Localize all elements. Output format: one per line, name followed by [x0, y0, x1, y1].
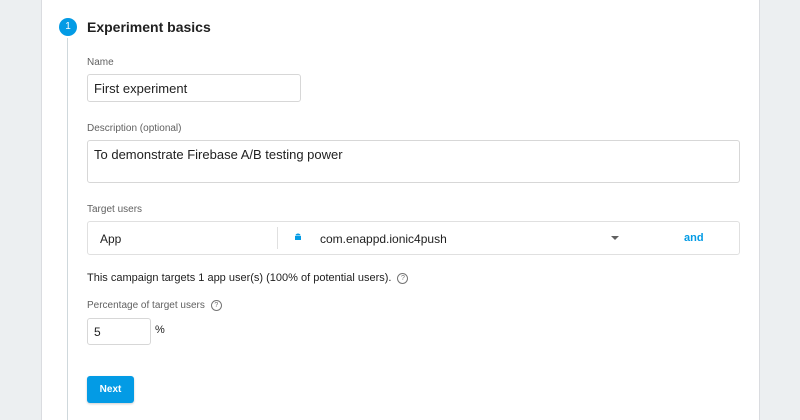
stepper-line — [67, 38, 68, 420]
targeting-summary: This campaign targets 1 app user(s) (100… — [87, 272, 409, 284]
name-label: Name — [87, 57, 114, 68]
description-label: Description (optional) — [87, 123, 182, 134]
target-users-row: App com.enappd.ionic4push and — [87, 221, 740, 255]
experiment-card — [41, 0, 760, 420]
chevron-down-icon[interactable] — [611, 236, 619, 240]
targeting-summary-text: This campaign targets 1 app user(s) (100… — [87, 272, 392, 284]
description-input[interactable]: To demonstrate Firebase A/B testing powe… — [87, 140, 740, 183]
step-title: Experiment basics — [87, 19, 211, 35]
step-number-badge: 1 — [59, 18, 77, 36]
app-package-select[interactable]: com.enappd.ionic4push — [320, 232, 447, 246]
percentage-label-text: Percentage of target users — [87, 300, 205, 312]
percent-sign: % — [155, 324, 165, 336]
android-icon — [295, 233, 301, 240]
help-icon[interactable]: ? — [210, 300, 222, 311]
percentage-input[interactable]: 5 — [87, 318, 151, 345]
percentage-label: Percentage of target users? — [87, 300, 222, 311]
and-button[interactable]: and — [684, 232, 704, 244]
target-users-label: Target users — [87, 204, 143, 215]
name-input[interactable]: First experiment — [87, 74, 301, 102]
next-button[interactable]: Next — [87, 376, 134, 403]
help-icon[interactable]: ? — [397, 272, 409, 284]
target-divider — [277, 227, 278, 249]
target-type-label: App — [100, 232, 122, 246]
